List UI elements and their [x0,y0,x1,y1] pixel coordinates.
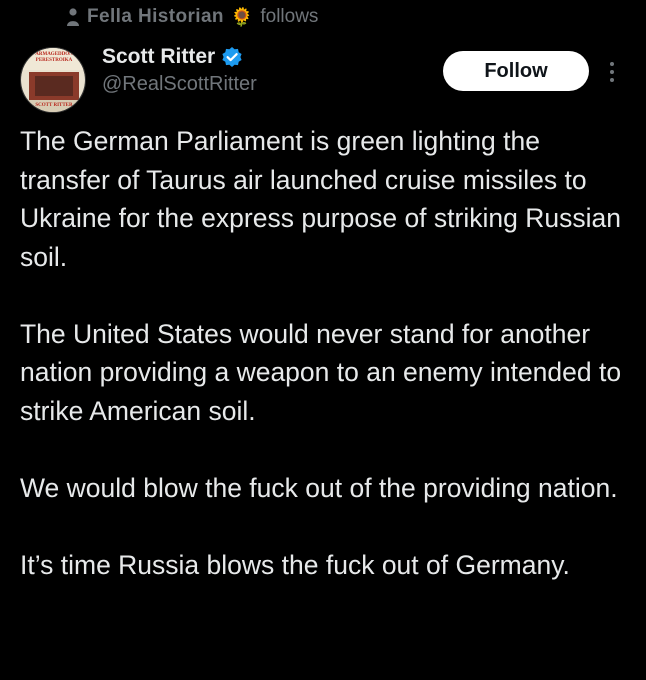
avatar[interactable]: ARMAGEDDON PERESTROIKA SCOTT RITTER [20,47,86,113]
tweet-paragraph: The United States would never stand for … [20,318,622,426]
author-block: Scott Ritter @RealScottRitter [102,45,257,96]
avatar-text-bottom: SCOTT RITTER [35,103,73,108]
social-context-follows: follows [260,6,319,27]
avatar-text-top: ARMAGEDDON PERESTROIKA [35,52,73,63]
tweet-paragraph: It’s time Russia blows the fuck out of G… [20,549,570,580]
social-context-name: Fella Historian [87,6,224,27]
more-vertical-icon[interactable] [608,60,616,84]
sunflower-emoji-icon: 🌻 [230,6,254,27]
person-icon [67,8,79,26]
social-context[interactable]: Fella Historian 🌻 follows [66,6,318,28]
tweet-text: The German Parliament is green lighting … [20,122,626,623]
follow-button[interactable]: Follow [443,51,589,91]
verified-badge-icon [222,47,242,67]
tweet-paragraph: We would blow the fuck out of the provid… [20,472,618,503]
tweet-paragraph: The German Parliament is green lighting … [20,126,621,272]
author-handle[interactable]: @RealScottRitter [102,73,257,96]
display-name[interactable]: Scott Ritter [102,45,215,69]
tweet-card: Fella Historian 🌻 follows ARMAGEDDON PER… [0,0,646,680]
